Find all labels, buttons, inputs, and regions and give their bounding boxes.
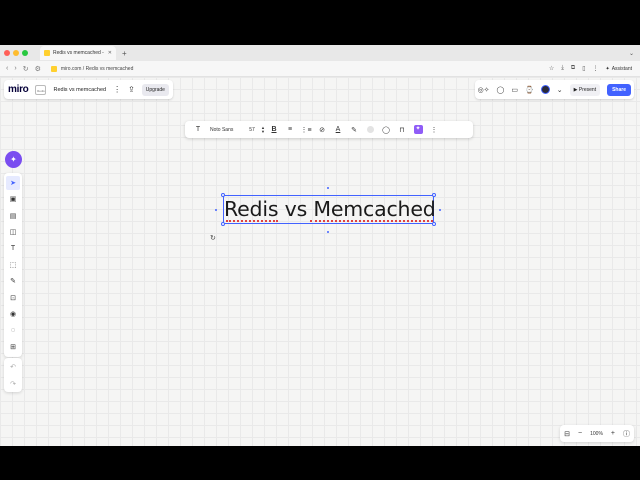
ai-magic-button[interactable]: ✦	[410, 125, 426, 134]
share-button[interactable]: Share	[607, 83, 631, 96]
window-controls	[4, 50, 28, 56]
font-family-select[interactable]: Noto Sans	[206, 127, 244, 133]
zoom-level[interactable]: 100%	[590, 431, 603, 437]
fill-color-button[interactable]	[362, 126, 378, 133]
sparkle-icon: ✦	[413, 125, 423, 134]
left-connector-dot[interactable]	[215, 209, 217, 211]
browser-window: Redis vs memcached - Miro ✕ + ⌄ ‹ › ↻ ⚙ …	[0, 45, 640, 446]
download-icon[interactable]: ⤓	[561, 65, 564, 72]
board-name[interactable]: Redis vs memcached	[53, 87, 106, 93]
miro-logo[interactable]: miro	[8, 84, 29, 95]
list-icon[interactable]: ⋮≡	[298, 126, 314, 134]
font-size-input[interactable]: 57	[244, 127, 260, 133]
link-icon[interactable]: ⊘	[314, 126, 330, 134]
close-tab-icon[interactable]: ✕	[108, 50, 112, 56]
shapes-icon[interactable]: ⬚	[6, 258, 20, 272]
loading-cursor-icon: ↻	[210, 235, 216, 242]
address-bar: ‹ › ↻ ⚙ miro.com / Redis vs memcached ☆ …	[0, 61, 640, 77]
export-icon[interactable]: ⇪	[128, 85, 135, 94]
chevron-down-icon[interactable]: ⌄	[557, 86, 563, 94]
board-canvas[interactable]: miro Redis vs Redis vs memcached ⋮ ⇪ Upg…	[0, 77, 640, 446]
zoom-controls: ⊟ − 100% + ⓘ	[560, 425, 634, 442]
sticky-note-icon[interactable]: ◫	[6, 225, 20, 239]
maximize-window-button[interactable]	[22, 50, 28, 56]
menu-dots-icon[interactable]: ⋮	[593, 65, 599, 72]
text-style-icon[interactable]: T	[190, 126, 206, 133]
highlight-icon[interactable]: ✎	[346, 126, 362, 134]
comment-icon[interactable]: ◯	[378, 126, 394, 134]
lock-icon[interactable]: ⊓	[394, 126, 410, 134]
reload-icon[interactable]: ↻	[23, 65, 29, 73]
spellcheck-underline	[310, 220, 433, 222]
select-tool-icon[interactable]: ➤	[6, 176, 20, 190]
board-header: miro Redis vs Redis vs memcached ⋮ ⇪ Upg…	[4, 80, 173, 99]
ai-create-button[interactable]: ✦	[5, 151, 22, 168]
chevron-down-icon[interactable]: ⌄	[629, 50, 634, 57]
redo-icon[interactable]: ↷	[10, 380, 16, 388]
miro-favicon-icon	[44, 50, 50, 56]
bookmark-star-icon[interactable]: ☆	[549, 65, 554, 72]
new-tab-icon[interactable]: +	[122, 49, 127, 58]
tab-title: Redis vs memcached - Miro	[53, 50, 105, 56]
stickers-icon[interactable]: ◉	[6, 307, 20, 321]
url-field[interactable]: miro.com / Redis vs memcached	[50, 65, 134, 72]
play-icon: ▶	[573, 86, 578, 93]
url-text: miro.com / Redis vs memcached	[60, 65, 134, 72]
pen-icon[interactable]: ✎	[6, 274, 20, 288]
resize-handle-bottom-right[interactable]	[432, 222, 436, 226]
frame-icon[interactable]: ▤	[6, 209, 20, 223]
back-icon[interactable]: ‹	[6, 65, 8, 72]
tool-panel: ➤ ▣ ▤ ◫ T ⬚ ✎ ⊡ ◉ ◌ ⊞	[4, 173, 22, 357]
reactions-icon[interactable]: ◎✧	[478, 86, 490, 94]
spellcheck-underline	[226, 220, 278, 222]
comment-tool-icon[interactable]: ◌	[6, 324, 20, 338]
crop-frame-icon[interactable]: ⊡	[6, 291, 20, 305]
tune-icon[interactable]: ⚙	[35, 65, 41, 73]
sparkle-icon: ✦	[10, 155, 17, 164]
templates-icon[interactable]: ▣	[6, 192, 20, 206]
rotate-handle[interactable]	[327, 187, 329, 189]
zoom-out-icon[interactable]: −	[578, 430, 582, 437]
miro-favicon-icon	[50, 65, 57, 72]
extensions-icon[interactable]: ⧉	[571, 65, 575, 72]
selected-text-element[interactable]: Redis vs Memcached	[221, 193, 436, 226]
text-color-icon[interactable]: A	[330, 126, 346, 133]
right-connector-dot[interactable]	[439, 209, 441, 211]
forward-icon[interactable]: ›	[14, 65, 16, 72]
history-panel: ↶ ↷	[4, 358, 22, 392]
video-call-icon[interactable]: ▭	[511, 86, 518, 94]
fit-screen-icon[interactable]: ⊟	[564, 430, 570, 438]
minimize-window-button[interactable]	[13, 50, 19, 56]
more-options-icon[interactable]: ⋮	[426, 126, 442, 134]
text-format-toolbar: T Noto Sans 57 ▲ ▼ B ≡ ⋮≡ ⊘ A ✎ ◯ ⊓ ✦ ⋮	[185, 121, 473, 138]
avatar[interactable]	[540, 85, 550, 94]
help-icon[interactable]: ⓘ	[623, 429, 630, 439]
zoom-in-icon[interactable]: +	[611, 430, 615, 437]
browser-actions: ☆ ⤓ ⧉ ▯ ⋮ ✦ Assistant	[549, 65, 632, 72]
timer-icon[interactable]: ⌚	[525, 86, 534, 94]
upgrade-button[interactable]: Upgrade	[141, 83, 169, 96]
assistant-button[interactable]: ✦ Assistant	[606, 66, 633, 72]
board-text[interactable]: Redis vs Memcached	[224, 197, 436, 221]
resize-handle-top-left[interactable]	[221, 193, 225, 197]
undo-icon[interactable]: ↶	[10, 363, 16, 371]
resize-handle-top-right[interactable]	[432, 193, 436, 197]
present-button[interactable]: ▶ Present	[569, 83, 601, 96]
align-icon[interactable]: ≡	[282, 126, 298, 133]
close-window-button[interactable]	[4, 50, 10, 56]
text-tool-icon[interactable]: T	[6, 242, 20, 256]
tab-bar: Redis vs memcached - Miro ✕ + ⌄	[0, 45, 640, 61]
resize-handle-bottom-left[interactable]	[221, 222, 225, 226]
add-more-icon[interactable]: ⊞	[6, 340, 20, 354]
bold-icon[interactable]: B	[266, 126, 282, 133]
chat-icon[interactable]: ◯	[497, 86, 505, 94]
browser-tab[interactable]: Redis vs memcached - Miro ✕	[40, 46, 116, 60]
collab-toolbar: ◎✧ ◯ ▭ ⌚ ⌄ ▶ Present Share	[474, 80, 634, 99]
sidebar-icon[interactable]: ▯	[582, 65, 585, 72]
board-thumbnail[interactable]: Redis vs	[35, 84, 47, 95]
board-menu-icon[interactable]: ⋮	[113, 85, 121, 94]
bottom-connector-dot[interactable]	[327, 231, 329, 233]
sparkle-icon: ✦	[605, 65, 610, 72]
